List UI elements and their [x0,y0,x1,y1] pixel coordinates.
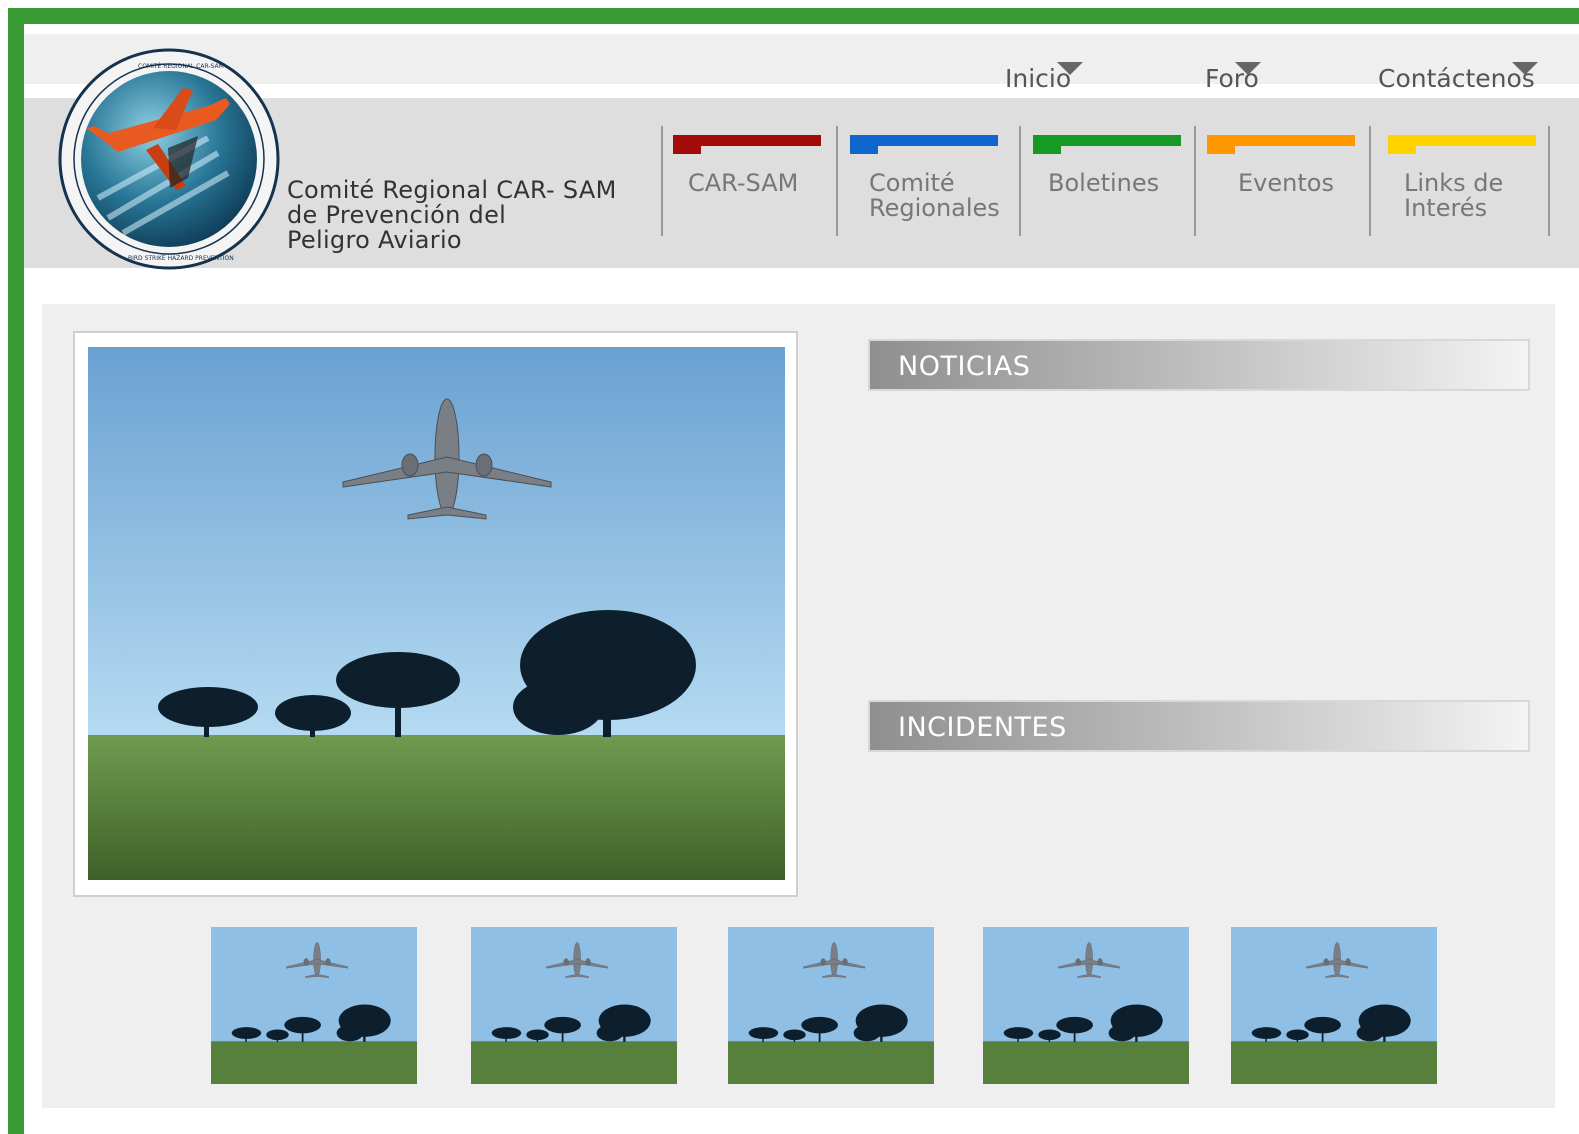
org-name-line: de Prevención del [287,201,507,229]
triangle-down-icon [1235,62,1261,75]
nav-item-label: Eventos [1238,169,1334,197]
svg-text:BIRD STRIKE HAZARD PREVENTION: BIRD STRIKE HAZARD PREVENTION [128,255,234,262]
nav-item-label: CAR-SAM [688,169,799,197]
organization-logo[interactable]: COMITÉ REGIONAL CAR-SAM BIRD STRIKE HAZA… [58,48,280,270]
green-frame-left [8,8,24,1134]
gallery-thumbnail[interactable] [983,927,1189,1084]
nav-separator [661,126,663,236]
top-nav-inicio[interactable]: Inicio [1005,62,1083,93]
org-name-line: Comité Regional CAR- SAM [287,176,617,204]
nav-separator [1369,126,1371,236]
nav-color-bar-boletines [1033,135,1181,154]
green-frame-top [8,8,1579,24]
nav-item-label: Boletines [1048,169,1160,197]
gallery-thumbnail[interactable] [211,927,417,1084]
nav-item-comite-regionales[interactable]: Comité Regionales [869,171,1000,221]
section-title: INCIDENTES [898,712,1067,743]
gallery-thumbnail[interactable] [728,927,934,1084]
section-header-noticias: NOTICIAS [868,339,1530,391]
nav-item-label: Regionales [869,194,1000,222]
nav-color-bar-eventos [1207,135,1355,154]
nav-item-label: Links de [1404,169,1504,197]
section-title: NOTICIAS [898,351,1031,382]
nav-separator [1548,126,1550,236]
nav-item-links-de-interes[interactable]: Links de Interés [1404,171,1503,221]
gallery-thumbnail[interactable] [1231,927,1437,1084]
section-header-incidentes: INCIDENTES [868,700,1530,752]
triangle-down-icon [1512,62,1538,75]
nav-separator [1194,126,1196,236]
nav-item-car-sam[interactable]: CAR-SAM [688,171,798,196]
organization-name: Comité Regional CAR- SAM de Prevención d… [287,178,617,253]
nav-color-bar-links [1388,135,1536,154]
nav-color-bar-car-sam [673,135,821,154]
nav-item-label: Interés [1404,194,1488,222]
top-nav-contactenos[interactable]: Contáctenos [1378,62,1538,93]
gallery-thumbnail[interactable] [471,927,677,1084]
nav-item-boletines[interactable]: Boletines [1048,171,1159,196]
nav-item-eventos[interactable]: Eventos [1238,171,1334,196]
nav-color-bar-comite [850,135,998,154]
nav-separator [836,126,838,236]
svg-text:COMITÉ REGIONAL CAR-SAM: COMITÉ REGIONAL CAR-SAM [138,62,224,70]
nav-separator [1019,126,1021,236]
nav-item-label: Comité [869,169,955,197]
featured-photo [88,347,785,880]
triangle-down-icon [1057,62,1083,75]
top-nav-foro[interactable]: Foro [1205,62,1261,93]
org-name-line: Peligro Aviario [287,226,462,254]
